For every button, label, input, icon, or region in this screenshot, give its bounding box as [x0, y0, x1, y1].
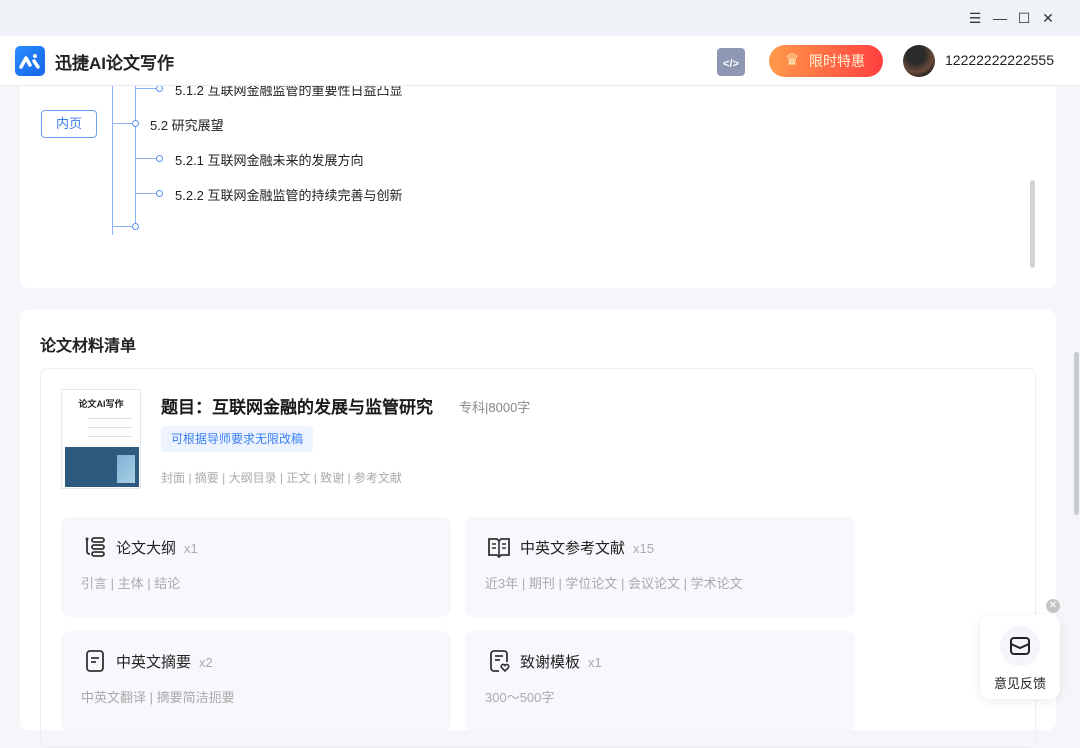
tree-node-dot [156, 155, 163, 162]
outline-card: 内页 5.1.2 互联网金融监管的重要性日益凸显 5.2 研究展望 5.2.1 … [20, 60, 1056, 288]
item-name: 中英文摘要 [116, 654, 191, 671]
materials-title: 论文材料清单 [40, 332, 136, 356]
material-item-references[interactable]: 中英文参考文献 x15 近3年 | 期刊 | 学位论文 | 会议论文 | 学术论文 [465, 517, 855, 617]
paper-meta: 专科|8000字 [459, 397, 530, 416]
item-desc: 中英文翻译 | 摘要简洁扼要 [81, 687, 235, 706]
tree-node-dot [156, 85, 163, 92]
maximize-icon[interactable]: ☐ [1015, 9, 1033, 27]
cover-title: 论文AI写作 [62, 397, 140, 410]
paper-cover-thumbnail: 论文AI写作 [61, 389, 141, 489]
document-icon [83, 649, 107, 673]
paper-sections: 封面 | 摘要 | 大纲目录 | 正文 | 致谢 | 参考文献 [161, 469, 402, 486]
item-name: 论文大纲 [116, 540, 176, 557]
avatar[interactable] [903, 45, 935, 77]
tree-node-dot [132, 120, 139, 127]
tree-line [112, 60, 113, 235]
tree-node-dot [132, 223, 139, 230]
title-bar: ☰ — ☐ ✕ [0, 0, 1080, 36]
item-count: x1 [184, 541, 198, 556]
item-desc: 引言 | 主体 | 结论 [81, 573, 180, 592]
crown-icon: ♛ [785, 45, 799, 77]
menu-icon[interactable]: ☰ [966, 9, 984, 27]
tree-node-dot [156, 190, 163, 197]
materials-panel: 论文AI写作 题目：互联网金融的发展与监管研究 专科|8000字 可根据导师要求… [40, 368, 1036, 748]
outline-icon [83, 535, 107, 559]
item-count: x2 [199, 655, 213, 670]
app-header: 迅捷AI论文写作 </> ♛ 限时特惠 12222222222555 [0, 36, 1080, 86]
item-desc: 300～500字 [485, 687, 554, 706]
outline-node[interactable]: 5.2.2 互联网金融监管的持续完善与创新 [175, 185, 403, 204]
feedback-button[interactable]: 意见反馈 [980, 615, 1060, 699]
book-icon [487, 535, 511, 559]
outline-scrollbar[interactable] [1030, 180, 1035, 268]
item-name: 中英文参考文献 [520, 540, 625, 557]
mailbox-icon [1000, 626, 1040, 666]
feedback-label: 意见反馈 [980, 673, 1060, 692]
feedback-close-icon[interactable]: ✕ [1046, 599, 1060, 613]
promo-button[interactable]: ♛ 限时特惠 [769, 45, 883, 77]
material-item-outline[interactable]: 论文大纲 x1 引言 | 主体 | 结论 [61, 517, 451, 617]
item-desc: 近3年 | 期刊 | 学位论文 | 会议论文 | 学术论文 [485, 573, 743, 592]
material-item-thanks[interactable]: 致谢模板 x1 300～500字 [465, 631, 855, 731]
item-count: x15 [633, 541, 654, 556]
thanks-doc-icon [487, 649, 511, 673]
promo-label: 限时特惠 [809, 53, 865, 69]
item-name: 致谢模板 [520, 654, 580, 671]
minimize-icon[interactable]: — [991, 9, 1009, 27]
paper-title: 题目：互联网金融的发展与监管研究 [161, 393, 433, 418]
material-item-abstract[interactable]: 中英文摘要 x2 中英文翻译 | 摘要简洁扼要 [61, 631, 451, 731]
app-logo [15, 46, 45, 76]
username[interactable]: 12222222222555 [945, 52, 1054, 68]
outline-node[interactable]: 5.2 研究展望 [150, 115, 224, 134]
page-scrollbar[interactable] [1074, 352, 1079, 515]
outline-node[interactable]: 5.2.1 互联网金融未来的发展方向 [175, 150, 364, 169]
code-icon[interactable]: </> [717, 48, 745, 76]
item-count: x1 [588, 655, 602, 670]
close-icon[interactable]: ✕ [1039, 9, 1057, 27]
revision-tag: 可根据导师要求无限改稿 [161, 426, 313, 452]
section-tag[interactable]: 内页 [41, 110, 97, 138]
app-name: 迅捷AI论文写作 [55, 49, 174, 74]
materials-card: 论文材料清单 论文AI写作 题目：互联网金融的发展与监管研究 专科|8000字 … [20, 310, 1056, 730]
